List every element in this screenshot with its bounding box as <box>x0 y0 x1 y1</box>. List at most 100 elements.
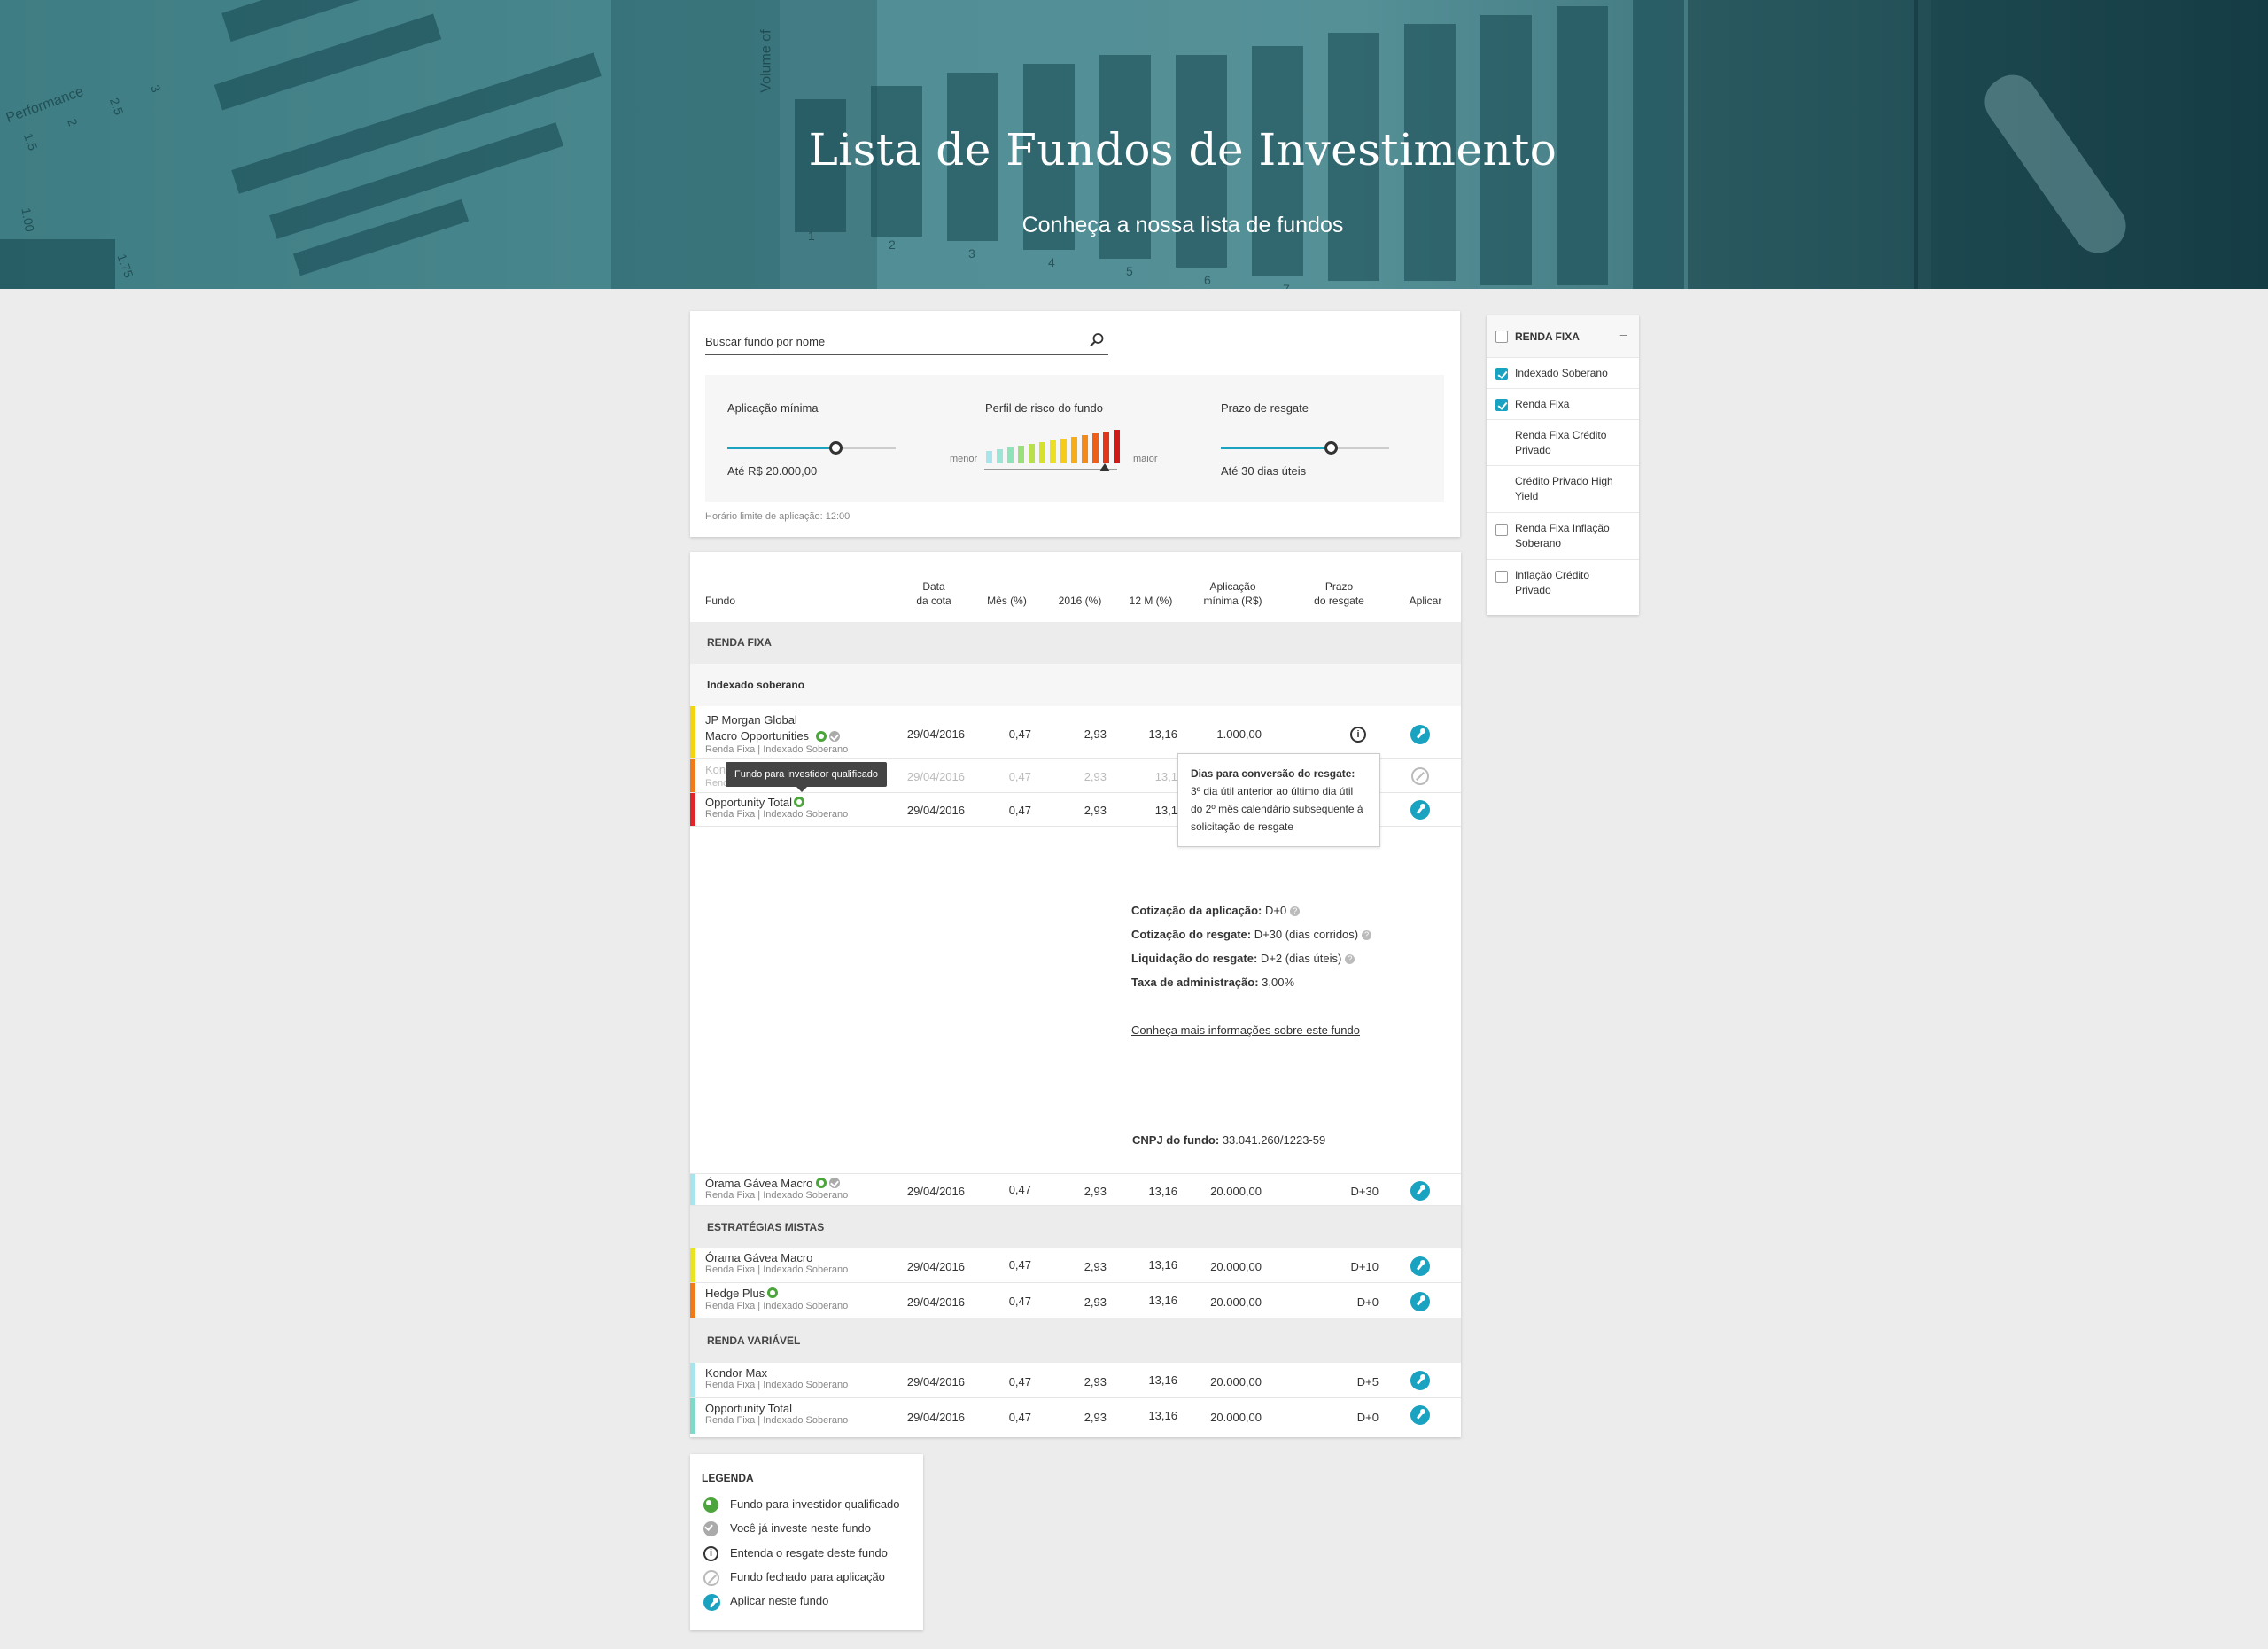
risk-bar[interactable] <box>986 451 992 463</box>
slider-handle[interactable] <box>1324 441 1338 455</box>
year-return: 2,93 <box>1084 1411 1107 1424</box>
search-icon[interactable] <box>1089 332 1105 348</box>
hero-chart-label: 3 <box>968 246 975 261</box>
qualified-investor-icon[interactable] <box>816 731 827 742</box>
popover-line: solicitação de resgate <box>1191 821 1294 833</box>
apply-button[interactable] <box>1410 1371 1430 1390</box>
sidebar-item-renda-fixa-credito-privado[interactable]: Renda Fixa Crédito Privado <box>1487 420 1639 466</box>
fund-name[interactable]: Hedge Plus <box>705 1286 765 1301</box>
fund-name[interactable]: Opportunity Total <box>705 795 792 810</box>
already-invested-icon[interactable] <box>829 731 840 742</box>
table-row[interactable]: Órama Gávea Macro Renda Fixa | Indexado … <box>690 1173 1461 1206</box>
risk-bar[interactable] <box>1060 439 1067 463</box>
qualified-investor-icon[interactable] <box>816 1178 827 1188</box>
qualified-investor-icon[interactable] <box>794 797 804 807</box>
collapse-icon[interactable]: – <box>1620 328 1627 341</box>
search-field[interactable] <box>705 329 1108 355</box>
risk-bar[interactable] <box>1092 433 1099 463</box>
qualified-investor-icon[interactable] <box>767 1287 778 1298</box>
quote-date: 29/04/2016 <box>906 1411 965 1424</box>
sidebar-item-renda-fixa[interactable]: Renda Fixa <box>1487 389 1639 420</box>
fund-name[interactable]: Kondor Max <box>705 1365 767 1381</box>
risk-bar[interactable] <box>1029 444 1035 463</box>
checkbox[interactable] <box>1495 571 1508 583</box>
search-input[interactable] <box>705 329 1077 354</box>
12m-return: 13,1 <box>1154 804 1177 817</box>
risk-bar[interactable] <box>1050 440 1056 463</box>
closed-fund-icon <box>703 1570 719 1586</box>
apply-button[interactable] <box>1410 1256 1430 1276</box>
detail-label: CNPJ do fundo: <box>1132 1133 1220 1147</box>
risk-bar[interactable] <box>1018 446 1024 463</box>
header-min-line1: Aplicação <box>1209 580 1256 593</box>
table-row[interactable]: Órama Gávea Macro Renda Fixa | Indexado … <box>690 1248 1461 1283</box>
cutoff-time: Horário limite de aplicação: 12:00 <box>705 511 850 522</box>
header-min-line2: mínima (R$) <box>1203 595 1262 607</box>
renda-fixa-checkbox[interactable] <box>1495 331 1508 343</box>
legend-label: Fundo fechado para aplicação <box>730 1570 885 1583</box>
month-return: 0,47 <box>1008 1183 1031 1196</box>
checkbox[interactable] <box>1495 368 1508 380</box>
fund-name[interactable]: Kon <box>705 762 726 777</box>
apply-button[interactable] <box>1410 1405 1430 1425</box>
table-row[interactable]: Opportunity Total Renda Fixa | Indexado … <box>690 1398 1461 1434</box>
fund-name-line2[interactable]: Macro Opportunities <box>705 728 809 743</box>
12m-return: 13,16 <box>1148 1373 1177 1387</box>
table-row[interactable]: Kondor Max Renda Fixa | Indexado Soberan… <box>690 1363 1461 1398</box>
apply-icon <box>703 1594 720 1611</box>
legend-title: LEGENDA <box>702 1472 754 1484</box>
help-icon[interactable]: ? <box>1345 954 1355 965</box>
risk-bar[interactable] <box>1007 447 1014 463</box>
checkbox[interactable] <box>1495 399 1508 411</box>
sidebar-item-inflacao-credito-privado[interactable]: Inflação Crédito Privado <box>1487 560 1639 609</box>
already-invested-icon[interactable] <box>829 1178 840 1188</box>
hero-chart-label: 4 <box>1048 255 1055 269</box>
risk-bar[interactable] <box>1071 437 1077 463</box>
popover-line: 3º dia útil anterior ao último dia útil <box>1191 785 1354 797</box>
sidebar-item-renda-fixa-inflacao-soberano[interactable]: Renda Fixa Inflação Soberano <box>1487 513 1639 560</box>
month-return: 0,47 <box>1008 727 1031 741</box>
sidebar-item-indexado-soberano[interactable]: Indexado Soberano <box>1487 358 1639 389</box>
12m-return: 13,1 <box>1154 770 1177 783</box>
sidebar-header[interactable]: RENDA FIXA – <box>1487 315 1639 358</box>
redemption-slider[interactable] <box>1221 441 1389 455</box>
hero-banner: Performance Volume of 1.00 1.5 1.75 2 2.… <box>0 0 2268 289</box>
12m-return: 13,16 <box>1148 1258 1177 1272</box>
table-row[interactable]: Hedge Plus Renda Fixa | Indexado Soberan… <box>690 1283 1461 1318</box>
help-icon[interactable]: ? <box>1362 930 1372 941</box>
help-icon[interactable]: ? <box>1290 906 1301 917</box>
apply-button[interactable] <box>1410 725 1430 744</box>
12m-return: 13,16 <box>1148 1294 1177 1307</box>
detail-label: Cotização do resgate: <box>1131 928 1252 941</box>
apply-button[interactable] <box>1410 1292 1430 1311</box>
min-application-slider[interactable] <box>727 441 896 455</box>
header-redemption: Prazo do resgate <box>1293 579 1386 608</box>
sidebar-item-credito-privado-high-yield[interactable]: Crédito Privado High Yield <box>1487 466 1639 513</box>
detail-value: D+2 (dias úteis) <box>1257 952 1342 965</box>
redemption-info-icon[interactable]: i <box>1350 727 1366 743</box>
quote-date: 29/04/2016 <box>906 804 965 817</box>
redemption-popover: Dias para conversão do resgate: 3º dia ú… <box>1177 753 1380 847</box>
slider-handle[interactable] <box>829 441 843 455</box>
fund-name[interactable]: Órama Gávea Macro <box>705 1250 812 1265</box>
redemption-term: D+5 <box>1356 1375 1379 1388</box>
fund-category: Renda Fixa | Indexado Soberano <box>705 1415 849 1426</box>
fund-more-info-link[interactable]: Conheça mais informações sobre este fund… <box>1131 1023 1360 1037</box>
apply-button[interactable] <box>1410 1181 1430 1201</box>
fund-name[interactable]: Órama Gávea Macro <box>705 1176 812 1191</box>
fund-name[interactable]: JP Morgan Global <box>705 712 797 727</box>
risk-bar[interactable] <box>997 449 1003 463</box>
detail-value: 3,00% <box>1258 976 1295 989</box>
table-row[interactable]: JP Morgan Global Macro Opportunities Ren… <box>690 706 1461 759</box>
year-return: 2,93 <box>1084 727 1107 741</box>
subgroup-indexado-soberano: Indexado soberano <box>690 664 1461 706</box>
risk-scale[interactable] <box>986 428 1128 463</box>
apply-button[interactable] <box>1410 800 1430 820</box>
checkbox[interactable] <box>1495 524 1508 536</box>
fund-name[interactable]: Opportunity Total <box>705 1401 792 1416</box>
risk-bar[interactable] <box>1103 432 1109 463</box>
risk-bar[interactable] <box>1114 430 1120 463</box>
risk-selector-arrow[interactable] <box>1099 463 1110 471</box>
risk-bar[interactable] <box>1039 442 1045 463</box>
risk-bar[interactable] <box>1082 435 1088 463</box>
